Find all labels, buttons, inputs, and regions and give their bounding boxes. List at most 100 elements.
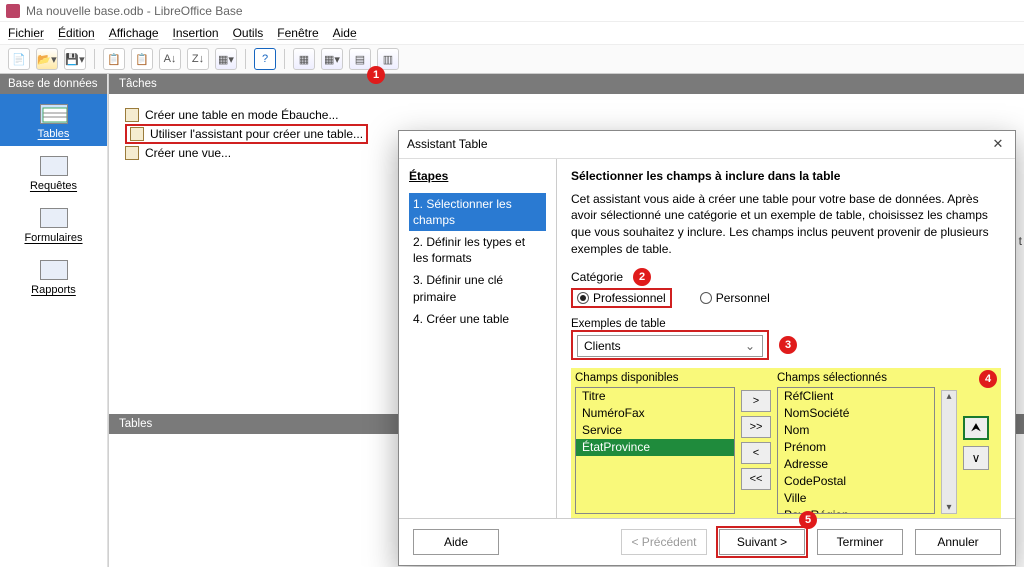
available-col: Champs disponibles Titre NuméroFax Servi… (575, 372, 735, 514)
task-use-wizard[interactable]: Utiliser l'assistant pour créer une tabl… (125, 124, 368, 144)
tasks-header: Tâches (109, 74, 1024, 94)
tool-table-view[interactable]: ▦ (293, 48, 315, 70)
tool-table-view2[interactable]: ▦▾ (321, 48, 343, 70)
selected-col: Champs sélectionnés RéfClient NomSociété… (777, 372, 935, 514)
tables-icon (40, 104, 68, 124)
task-create-draft[interactable]: Créer une table en mode Ébauche... (125, 106, 1008, 124)
avail-item[interactable]: Service (576, 422, 734, 439)
database-panel-header: Base de données (0, 74, 107, 94)
sidebar-item-tables[interactable]: Tables (0, 94, 107, 146)
selected-list[interactable]: RéfClient NomSociété Nom Prénom Adresse … (777, 387, 935, 514)
finish-button[interactable]: Terminer (817, 529, 903, 555)
steps-header: Étapes (409, 169, 546, 183)
sidebar-item-formulaires[interactable]: Formulaires (0, 198, 107, 250)
menu-fenetre[interactable]: Fenêtre (277, 26, 318, 40)
down-icon: ∨ (972, 451, 981, 465)
dialog-main-panel: Sélectionner les champs à inclure dans l… (557, 159, 1015, 518)
move-up-button[interactable]: ⮝ (963, 416, 989, 440)
tool-table-view3[interactable]: ▤ (349, 48, 371, 70)
examples-highlight: Clients ⌄ (571, 330, 769, 360)
step-4[interactable]: 4. Créer une table (409, 308, 546, 330)
avail-item[interactable]: NuméroFax (576, 405, 734, 422)
examples-select[interactable]: Clients ⌄ (577, 335, 763, 357)
sidebar-item-requetes[interactable]: Requêtes (0, 146, 107, 198)
dialog-help-text: Cet assistant vous aide à créer une tabl… (571, 191, 1001, 258)
callout-5: 5 (799, 511, 817, 529)
tool-form[interactable]: ▦▾ (215, 48, 237, 70)
menu-edition[interactable]: Édition (58, 26, 95, 40)
remove-all-button[interactable]: << (741, 468, 771, 490)
callout-4: 4 (979, 370, 997, 388)
radio-personnel[interactable]: Personnel (700, 291, 770, 305)
sel-item[interactable]: Ville (778, 490, 934, 507)
move-down-button[interactable]: ∨ (963, 446, 989, 470)
callout-3: 3 (779, 336, 797, 354)
menu-fichier[interactable]: Fichier (8, 26, 44, 40)
avail-item-selected[interactable]: ÉtatProvince (576, 439, 734, 456)
category-row: Professionnel Personnel (571, 288, 1001, 308)
task-label-draft: Créer une table en mode Ébauche... (145, 108, 338, 122)
toolbar-sep (94, 49, 95, 69)
radio-icon (700, 292, 712, 304)
scroll-up-icon: ▴ (946, 391, 951, 402)
menu-insertion[interactable]: Insertion (173, 26, 219, 40)
menu-affichage[interactable]: Affichage (109, 26, 159, 40)
step-3[interactable]: 3. Définir une clé primaire (409, 269, 546, 307)
step-1[interactable]: 1. Sélectionner les champs (409, 193, 546, 231)
tool-copy[interactable]: 📋 (103, 48, 125, 70)
radio-label-pro: Professionnel (593, 291, 666, 305)
sel-item[interactable]: Prénom (778, 439, 934, 456)
add-all-button[interactable]: >> (741, 416, 771, 438)
available-list[interactable]: Titre NuméroFax Service ÉtatProvince (575, 387, 735, 514)
category-label-text: Catégorie (571, 270, 623, 284)
help-button[interactable]: Aide (413, 529, 499, 555)
add-button[interactable]: > (741, 390, 771, 412)
next-button[interactable]: Suivant > (719, 529, 805, 555)
menubar: Fichier Édition Affichage Insertion Outi… (0, 22, 1024, 44)
tool-open[interactable]: 📂▾ (36, 48, 58, 70)
task-icon (125, 146, 139, 160)
tool-paste[interactable]: 📋 (131, 48, 153, 70)
task-icon (125, 108, 139, 122)
selected-scrollbar[interactable]: ▴ ▾ (941, 390, 957, 514)
tool-sort-desc[interactable]: Z↓ (187, 48, 209, 70)
step-2[interactable]: 2. Définir les types et les formats (409, 231, 546, 269)
sidebar-item-rapports[interactable]: Rapports (0, 250, 107, 302)
sel-item[interactable]: Adresse (778, 456, 934, 473)
tool-new[interactable]: 📄 (8, 48, 30, 70)
task-icon (130, 127, 144, 141)
dialog-button-bar: Aide < Précédent Suivant > 5 Terminer An… (399, 518, 1015, 565)
radio-professionnel[interactable]: Professionnel (577, 291, 666, 305)
toolbar-sep2 (245, 49, 246, 69)
scroll-down-icon: ▾ (946, 502, 951, 513)
sidebar-label-tables: Tables (38, 128, 70, 140)
cancel-button[interactable]: Annuler (915, 529, 1001, 555)
radio-label-pers: Personnel (716, 291, 770, 305)
remove-button[interactable]: < (741, 442, 771, 464)
dialog-steps-panel: Étapes 1. Sélectionner les champs 2. Déf… (399, 159, 557, 518)
tool-help[interactable]: ? (254, 48, 276, 70)
sel-item[interactable]: NomSociété (778, 405, 934, 422)
menu-outils[interactable]: Outils (233, 26, 264, 40)
close-icon[interactable]: ✕ (989, 135, 1007, 153)
reports-icon (40, 260, 68, 280)
database-panel: Base de données Tables Requêtes Formulai… (0, 74, 108, 567)
prev-button[interactable]: < Précédent (621, 529, 707, 555)
avail-item[interactable]: Titre (576, 388, 734, 405)
tool-save[interactable]: 💾▾ (64, 48, 86, 70)
window-titlebar: Ma nouvelle base.odb - LibreOffice Base (0, 0, 1024, 22)
sidebar-label-formulaires: Formulaires (24, 232, 82, 244)
menu-aide[interactable]: Aide (333, 26, 357, 40)
radio-icon (577, 292, 589, 304)
sel-item[interactable]: RéfClient (778, 388, 934, 405)
sel-item[interactable]: CodePostal (778, 473, 934, 490)
tool-sort-asc[interactable]: A↓ (159, 48, 181, 70)
sidebar-label-rapports: Rapports (31, 284, 76, 296)
toolbar: 📄 📂▾ 💾▾ 📋 📋 A↓ Z↓ ▦▾ ? ▦ ▦▾ ▤ ▥ (0, 44, 1024, 74)
sel-item[interactable]: Nom (778, 422, 934, 439)
queries-icon (40, 156, 68, 176)
up-icon: ⮝ (971, 420, 981, 435)
task-label-view: Créer une vue... (145, 146, 231, 160)
dialog-title: Assistant Table (407, 137, 488, 151)
mover-buttons: > >> < << (741, 372, 771, 514)
